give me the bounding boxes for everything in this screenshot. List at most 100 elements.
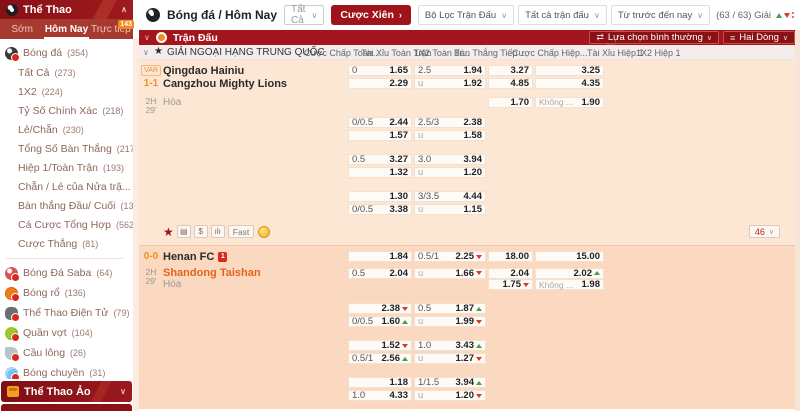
sidebar-tab-3[interactable]: Trực tiếp143	[89, 19, 133, 39]
x12-odds-cell[interactable]: 1.70	[488, 97, 533, 108]
handicap-odds-cell[interactable]: 1.18	[348, 377, 412, 388]
away-team-name[interactable]: Shandong Taishan	[163, 267, 346, 279]
main-scrollbar[interactable]	[795, 30, 800, 411]
over-under-odds-cell[interactable]: u1.15	[414, 204, 486, 215]
next-goal-odds-cell[interactable]: 2.02	[535, 268, 604, 279]
chevron-down-icon[interactable]: ∨	[143, 48, 149, 57]
sidebar-item[interactable]: Tổng Số Bàn Thắng(217)	[0, 139, 133, 158]
favorite-star-icon[interactable]: ★	[163, 226, 174, 238]
handicap-odds-cell[interactable]: 1.04.33	[348, 390, 412, 401]
x12-odds-cell[interactable]: 2.04	[488, 268, 533, 279]
odds-value: 2.38	[463, 117, 482, 128]
over-under-odds-cell[interactable]: 2.51.94	[414, 65, 486, 76]
x12-odds-cell[interactable]: 4.85	[488, 78, 533, 89]
over-under-odds-cell[interactable]: 3.03.94	[414, 154, 486, 165]
over-under-odds-cell[interactable]: 3/3.54.44	[414, 191, 486, 202]
handicap-odds-cell[interactable]: 0.5/12.56	[348, 353, 412, 364]
next-goal-odds-cell[interactable]: 15.00	[535, 251, 604, 262]
coin-icon[interactable]	[258, 226, 270, 238]
handicap-odds-cell[interactable]: 1.32	[348, 167, 412, 178]
tab-label: Hôm Nay	[45, 24, 88, 35]
over-under-odds-cell[interactable]: 1/1.53.94	[414, 377, 486, 388]
sidebar-tab-1[interactable]: Sớm	[0, 19, 44, 39]
filter-dropdown-2[interactable]: Tất cả trận đấu∨	[518, 5, 607, 25]
over-under-odds-cell[interactable]: 1.03.43	[414, 340, 486, 351]
handicap-odds-cell[interactable]: 0.53.27	[348, 154, 412, 165]
filter-dropdown-1[interactable]: Bộ Lọc Trận Đấu∨	[418, 5, 514, 25]
sidebar-item[interactable]: Lẻ/Chẵn(230)	[0, 120, 133, 139]
odds-view-select[interactable]: ⇄ Lựa chọn bình thường ∨	[589, 31, 719, 44]
sidebar-item-label: Tất Cả	[18, 67, 50, 79]
sidebar-item-virtual-sports[interactable]: Thể Thao Ảo ∨	[1, 381, 132, 402]
sidebar-item[interactable]: Tỷ Số Chính Xác(218)	[0, 101, 133, 120]
handicap-odds-cell[interactable]: 1.30	[348, 191, 412, 202]
sidebar-next-section[interactable]	[1, 404, 132, 411]
sidebar-item[interactable]: Chẵn / Lẻ của Nửa trậ...(180)	[0, 177, 133, 196]
handicap-odds-cell[interactable]: 2.29	[348, 78, 412, 89]
next-goal-odds-cell[interactable]: Không ...1.98	[535, 279, 604, 290]
sports-menu-header[interactable]: Thể Thao ∧	[0, 0, 133, 19]
away-team-name[interactable]: Cangzhou Mighty Lions	[163, 78, 346, 90]
betslip-icon[interactable]: ▤	[177, 225, 191, 238]
next-goal-odds-cell[interactable]: 3.25	[535, 65, 604, 76]
handicap-odds-cell[interactable]: 0/0.51.60	[348, 316, 412, 327]
sidebar-item[interactable]: Bóng Đá Saba(64)	[0, 263, 133, 283]
sidebar-item[interactable]: Thể Thao Điện Tử(79)	[0, 303, 133, 323]
home-team-name[interactable]: Qingdao Hainiu	[163, 65, 346, 77]
handicap-odds-cell[interactable]: 1.57	[348, 130, 412, 141]
row-layout-select[interactable]: ≡ Hai Dòng ∨	[723, 31, 795, 44]
x12-odds-cell[interactable]: 1.75	[488, 279, 533, 290]
next-goal-odds-cell[interactable]: 4.35	[535, 78, 604, 89]
over-under-odds-cell[interactable]: u1.66	[414, 268, 486, 279]
sidebar-tab-2[interactable]: Hôm Nay	[44, 19, 88, 39]
sidebar-item[interactable]: Bóng đá(354)	[0, 43, 133, 63]
favorite-star-icon[interactable]: ★	[154, 46, 163, 57]
sidebar-item[interactable]: Tất Cả(273)	[0, 63, 133, 82]
x12-odds-cell[interactable]: 18.00	[488, 251, 533, 262]
x12-odds-cell[interactable]: 3.27	[488, 65, 533, 76]
handicap-odds-cell[interactable]: 0/0.52.44	[348, 117, 412, 128]
sidebar-item[interactable]: Cá Cược Tổng Hợp(562)	[0, 215, 133, 234]
chevron-down-icon: ∨	[501, 11, 507, 20]
stats-icon[interactable]: ılı	[211, 225, 225, 238]
over-under-odds-cell[interactable]: u1.27	[414, 353, 486, 364]
handicap-odds-cell[interactable]: 0/0.53.38	[348, 204, 412, 215]
handicap-odds-cell[interactable]: 01.65	[348, 65, 412, 76]
over-under-odds-cell[interactable]: 0.51.87	[414, 303, 486, 314]
fast-markets-button[interactable]: Fast	[228, 225, 255, 238]
sidebar-item[interactable]: Bàn thắng Đầu/ Cuối(136)	[0, 196, 133, 215]
over-under-odds-cell[interactable]: u1.20	[414, 167, 486, 178]
handicap-odds-cell[interactable]: 2.38	[348, 303, 412, 314]
sidebar-item[interactable]: Quần vợt(104)	[0, 323, 133, 343]
odds-value: 1.70	[511, 97, 530, 108]
over-under-odds-cell[interactable]: u1.99	[414, 316, 486, 327]
virtual-sports-label: Thể Thao Ảo	[24, 386, 91, 398]
next-goal-odds-cell[interactable]: Không ...1.90	[535, 97, 604, 108]
market-filter-value: Tất Cả	[291, 4, 311, 26]
over-under-odds-cell[interactable]: 0.5/12.25	[414, 251, 486, 262]
handicap-odds-cell[interactable]: 1.52	[348, 340, 412, 351]
home-team-name[interactable]: Henan FC1	[163, 251, 346, 263]
over-under-odds-cell[interactable]: u1.92	[414, 78, 486, 89]
parlay-button[interactable]: Cược Xiên ›	[331, 5, 411, 25]
dollar-icon[interactable]: $	[194, 225, 208, 238]
market-count-select[interactable]: 46∨	[749, 225, 780, 238]
sidebar-item[interactable]: Bóng rổ(136)	[0, 283, 133, 303]
league-name[interactable]: GIẢI NGOẠI HẠNG TRUNG QUỐC	[167, 47, 325, 58]
sidebar-item[interactable]: Cược Thắng(81)	[0, 234, 133, 253]
handicap-odds-cell[interactable]: 0.52.04	[348, 268, 412, 279]
over-under-odds-cell[interactable]: 2.5/32.38	[414, 117, 486, 128]
filter-dropdown-3[interactable]: Từ trước đến nay∨	[611, 5, 710, 25]
sidebar-item[interactable]: Bóng chuyền(31)	[0, 363, 133, 379]
over-under-odds-cell[interactable]: u1.58	[414, 130, 486, 141]
sidebar-item[interactable]: Hiệp 1/Toàn Trận(193)	[0, 158, 133, 177]
no-goal-label: Không ...	[539, 97, 573, 107]
trend-up-icon	[476, 344, 482, 348]
chevron-down-icon[interactable]: ∨	[144, 33, 150, 42]
handicap-odds-cell[interactable]: 1.84	[348, 251, 412, 262]
sidebar-item[interactable]: Cầu lông(26)	[0, 343, 133, 363]
over-under-odds-cell[interactable]: u1.20	[414, 390, 486, 401]
sidebar-item[interactable]: 1X2(224)	[0, 82, 133, 101]
market-filter-select[interactable]: Tất Cả ∨	[284, 5, 324, 25]
sort-icon[interactable]	[777, 8, 792, 23]
